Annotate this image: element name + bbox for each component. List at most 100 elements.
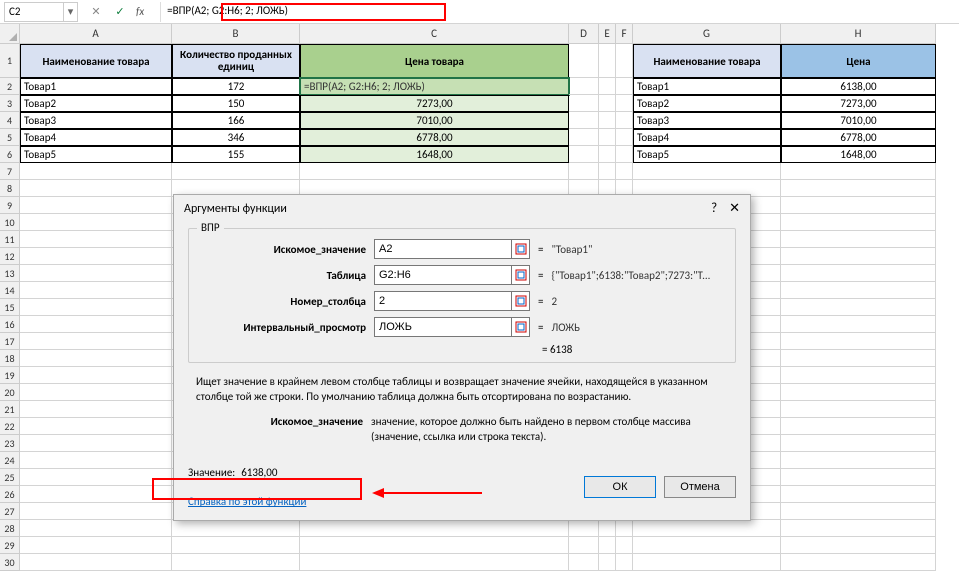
cell-H3[interactable]: 7273,00 <box>781 95 936 112</box>
dialog-help-icon[interactable]: ? <box>711 201 717 216</box>
cell-C2[interactable]: =ВПР(A2; G2:H6; 2; ЛОЖЬ) <box>300 78 569 95</box>
cell-H29[interactable] <box>781 537 936 554</box>
cell-E4[interactable] <box>599 112 616 129</box>
cell-E5[interactable] <box>599 129 616 146</box>
cell-H25[interactable] <box>781 469 936 486</box>
cell-A9[interactable] <box>20 197 172 214</box>
row-header-10[interactable]: 10 <box>0 214 20 231</box>
cell-H28[interactable] <box>781 520 936 537</box>
row-header-14[interactable]: 14 <box>0 282 20 299</box>
cell-H26[interactable] <box>781 486 936 503</box>
cell-A18[interactable] <box>20 350 172 367</box>
range-picker-icon[interactable] <box>512 239 530 259</box>
cell-D3[interactable] <box>569 95 599 112</box>
cell-H4[interactable]: 7010,00 <box>781 112 936 129</box>
cell-A28[interactable] <box>20 520 172 537</box>
row-header-8[interactable]: 8 <box>0 180 20 197</box>
cell-A3[interactable]: Товар2 <box>20 95 172 112</box>
cell-E28[interactable] <box>599 520 616 537</box>
cell-F3[interactable] <box>616 95 633 112</box>
cell-A21[interactable] <box>20 401 172 418</box>
cell-B2[interactable]: 172 <box>172 78 300 95</box>
cell-G30[interactable] <box>633 554 781 571</box>
cell-A22[interactable] <box>20 418 172 435</box>
row-header-18[interactable]: 18 <box>0 350 20 367</box>
cell-A13[interactable] <box>20 265 172 282</box>
cell-F2[interactable] <box>616 78 633 95</box>
cell-F4[interactable] <box>616 112 633 129</box>
cell-A7[interactable] <box>20 163 172 180</box>
dialog-close-icon[interactable]: ✕ <box>729 201 740 216</box>
row-header-28[interactable]: 28 <box>0 520 20 537</box>
arg-input-1[interactable] <box>374 265 512 285</box>
cell-H15[interactable] <box>781 299 936 316</box>
cell-E30[interactable] <box>599 554 616 571</box>
cell-G3[interactable]: Товар2 <box>633 95 781 112</box>
cell-A6[interactable]: Товар5 <box>20 146 172 163</box>
col-header-C[interactable]: C <box>300 24 569 44</box>
cell-H18[interactable] <box>781 350 936 367</box>
cell-H8[interactable] <box>781 180 936 197</box>
row-header-22[interactable]: 22 <box>0 418 20 435</box>
row-header-4[interactable]: 4 <box>0 112 20 129</box>
cell-H30[interactable] <box>781 554 936 571</box>
cell-G1[interactable]: Наименование товара <box>633 44 781 78</box>
cell-A12[interactable] <box>20 248 172 265</box>
row-header-23[interactable]: 23 <box>0 435 20 452</box>
cell-H22[interactable] <box>781 418 936 435</box>
arg-input-2[interactable] <box>374 291 512 311</box>
cell-C1[interactable]: Цена товара <box>300 44 569 78</box>
cell-B1[interactable]: Количество проданных единиц <box>172 44 300 78</box>
row-header-20[interactable]: 20 <box>0 384 20 401</box>
col-header-G[interactable]: G <box>633 24 781 44</box>
cell-C3[interactable]: 7273,00 <box>300 95 569 112</box>
cell-B3[interactable]: 150 <box>172 95 300 112</box>
help-link[interactable]: Справка по этой функции <box>188 495 306 508</box>
row-header-24[interactable]: 24 <box>0 452 20 469</box>
cancel-button[interactable]: Отмена <box>664 476 736 498</box>
arg-input-0[interactable] <box>374 239 512 259</box>
cell-E6[interactable] <box>599 146 616 163</box>
row-header-16[interactable]: 16 <box>0 316 20 333</box>
cell-E2[interactable] <box>599 78 616 95</box>
row-header-5[interactable]: 5 <box>0 129 20 146</box>
col-header-H[interactable]: H <box>781 24 936 44</box>
cell-G2[interactable]: Товар1 <box>633 78 781 95</box>
cell-A5[interactable]: Товар4 <box>20 129 172 146</box>
cell-C29[interactable] <box>300 537 569 554</box>
cell-A24[interactable] <box>20 452 172 469</box>
cell-B7[interactable] <box>172 163 300 180</box>
cell-D29[interactable] <box>569 537 599 554</box>
row-header-7[interactable]: 7 <box>0 163 20 180</box>
cell-F28[interactable] <box>616 520 633 537</box>
row-header-11[interactable]: 11 <box>0 231 20 248</box>
col-header-F[interactable]: F <box>616 24 633 44</box>
cell-C6[interactable]: 1648,00 <box>300 146 569 163</box>
cell-A19[interactable] <box>20 367 172 384</box>
cell-H14[interactable] <box>781 282 936 299</box>
cell-H16[interactable] <box>781 316 936 333</box>
ok-button[interactable]: ОК <box>584 476 656 498</box>
cell-F29[interactable] <box>616 537 633 554</box>
cell-D30[interactable] <box>569 554 599 571</box>
cell-A25[interactable] <box>20 469 172 486</box>
cell-A17[interactable] <box>20 333 172 350</box>
cell-E29[interactable] <box>599 537 616 554</box>
cell-A1[interactable]: Наименование товара <box>20 44 172 78</box>
cell-H21[interactable] <box>781 401 936 418</box>
cell-B29[interactable] <box>172 537 300 554</box>
cell-D6[interactable] <box>569 146 599 163</box>
cell-D1[interactable] <box>569 44 599 78</box>
cell-A26[interactable] <box>20 486 172 503</box>
cell-H27[interactable] <box>781 503 936 520</box>
cell-A10[interactable] <box>20 214 172 231</box>
cell-A11[interactable] <box>20 231 172 248</box>
name-box[interactable]: C2 <box>4 2 64 22</box>
cell-G7[interactable] <box>633 163 781 180</box>
cell-A27[interactable] <box>20 503 172 520</box>
cell-A2[interactable]: Товар1 <box>20 78 172 95</box>
accept-formula-icon[interactable]: ✓ <box>112 5 128 18</box>
cell-G28[interactable] <box>633 520 781 537</box>
cell-H10[interactable] <box>781 214 936 231</box>
row-header-27[interactable]: 27 <box>0 503 20 520</box>
